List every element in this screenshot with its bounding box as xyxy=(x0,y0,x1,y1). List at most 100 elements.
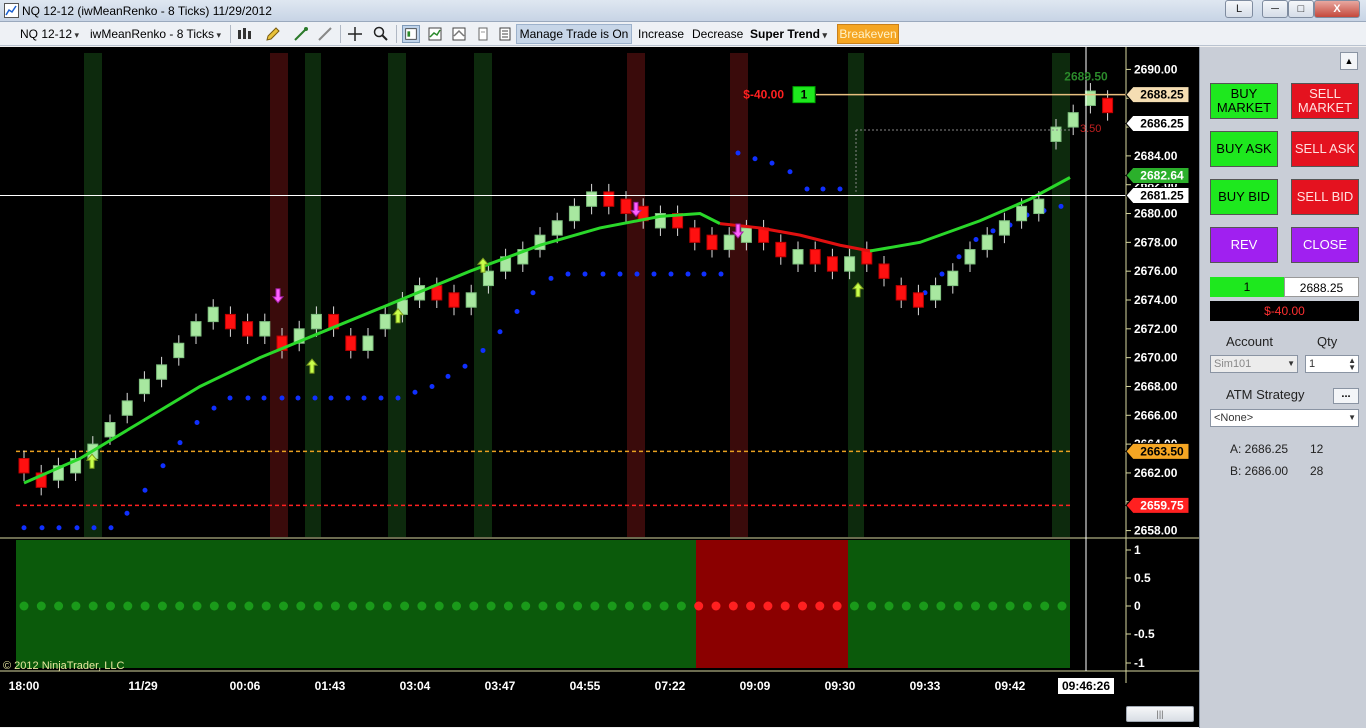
supertrend-dot xyxy=(1058,203,1064,209)
bar-type-selector[interactable]: iwMeanRenko - 8 Ticks xyxy=(90,25,221,43)
indicator-dot xyxy=(296,601,306,611)
buy-bid-button[interactable]: BUY BID xyxy=(1210,179,1278,215)
qty-stepper[interactable]: 1 ▲ ▼ xyxy=(1305,355,1359,373)
atm-settings-button[interactable]: ... xyxy=(1333,388,1359,404)
session-band xyxy=(305,53,321,537)
toolbar-separator xyxy=(230,25,231,43)
bid-price-label: B: 2686.00 xyxy=(1230,464,1289,478)
supertrend-dot xyxy=(787,169,793,175)
price-tick-label: 2662.00 xyxy=(1134,466,1178,480)
bid-size: 28 xyxy=(1310,464,1324,478)
minimize-button[interactable]: ─ xyxy=(1262,0,1288,18)
manage-trade-button[interactable]: Manage Trade is On xyxy=(516,24,632,44)
increase-button[interactable]: Increase xyxy=(638,25,684,43)
stop-marker-label: 3.50 xyxy=(1080,123,1101,135)
collapse-up-icon[interactable]: ▲ xyxy=(1340,52,1358,70)
sell-market-button[interactable]: SELL MARKET xyxy=(1291,83,1359,119)
candle-body xyxy=(740,227,752,243)
crosshair-price-badge: 2681.25 xyxy=(1140,189,1184,203)
lower-level-badge: 2659.75 xyxy=(1140,498,1184,512)
supertrend-dot xyxy=(752,156,758,162)
supertrend-dot xyxy=(108,525,114,531)
template-icon[interactable] xyxy=(496,25,514,43)
price-tick-label: 2666.00 xyxy=(1134,408,1178,422)
candle-body xyxy=(964,249,976,265)
chart-canvas[interactable]: 2690.002688.002686.002684.002682.002680.… xyxy=(0,47,1199,727)
time-tick-label: 09:09 xyxy=(740,679,771,693)
price-tick-label: 2668.00 xyxy=(1134,379,1178,393)
indicator-tick-label: 0 xyxy=(1134,599,1141,613)
indicator-dot xyxy=(988,601,998,611)
indicator-dot xyxy=(1040,601,1050,611)
breakeven-button[interactable]: Breakeven xyxy=(837,24,899,44)
indicator-dot xyxy=(261,601,271,611)
supertrend-dot xyxy=(634,271,640,277)
properties-icon[interactable] xyxy=(474,25,492,43)
candle-body xyxy=(242,321,254,337)
supertrend-dot xyxy=(227,395,233,401)
candle-body xyxy=(930,285,942,301)
bid-price-badge: 2686.25 xyxy=(1140,116,1184,130)
close-button[interactable]: X xyxy=(1314,0,1360,18)
crosshair-icon[interactable] xyxy=(346,25,364,43)
indicator-dot xyxy=(815,601,825,611)
maximize-button[interactable]: □ xyxy=(1288,0,1314,18)
sell-bid-button[interactable]: SELL BID xyxy=(1291,179,1359,215)
indicator-dot xyxy=(953,601,963,611)
indicator-dot xyxy=(798,601,807,611)
candle-body xyxy=(689,227,701,243)
buy-market-button[interactable]: BUY MARKET xyxy=(1210,83,1278,119)
supertrend-dot xyxy=(718,271,724,277)
indicator-dot xyxy=(348,601,358,611)
link-button[interactable]: L xyxy=(1225,0,1253,18)
buy-ask-button[interactable]: BUY ASK xyxy=(1210,131,1278,167)
session-band xyxy=(627,53,645,537)
candle-body xyxy=(482,270,494,287)
candle-body xyxy=(1067,112,1079,128)
supertrend-dot xyxy=(565,271,571,277)
sell-ask-button[interactable]: SELL ASK xyxy=(1291,131,1359,167)
candle-body xyxy=(259,321,271,337)
indicator-dot xyxy=(279,601,288,611)
reverse-button[interactable]: REV xyxy=(1210,227,1278,263)
indicator-dot xyxy=(140,601,150,611)
spin-arrows-icon[interactable]: ▲ ▼ xyxy=(1348,357,1356,372)
close-position-button[interactable]: CLOSE xyxy=(1291,227,1359,263)
indicator-dot xyxy=(590,601,600,611)
horizontal-scrollbar-thumb[interactable]: ||| xyxy=(1126,706,1194,722)
supertrend-dot xyxy=(21,525,27,531)
candle-body xyxy=(207,306,219,323)
indicator-dot xyxy=(763,601,773,611)
supertrend-dot xyxy=(735,150,741,156)
indicator-dot xyxy=(746,601,756,611)
zoom-icon[interactable] xyxy=(372,25,390,43)
data-box-icon[interactable] xyxy=(402,25,420,43)
indicator-dot xyxy=(434,601,444,611)
strategies-icon[interactable] xyxy=(450,25,468,43)
pencil-icon[interactable] xyxy=(264,25,282,43)
supertrend-dot xyxy=(769,160,775,166)
indicator-dot xyxy=(625,601,634,611)
atm-strategy-select[interactable]: <None> ▼ xyxy=(1210,409,1359,427)
time-tick-label: 01:43 xyxy=(315,679,346,693)
bar-style-icon[interactable] xyxy=(236,25,254,43)
price-tick-label: 2674.00 xyxy=(1134,293,1178,307)
decrease-button[interactable]: Decrease xyxy=(692,25,743,43)
indicator-dot xyxy=(728,601,738,611)
supertrend-dot xyxy=(142,487,148,493)
indicators-icon[interactable] xyxy=(426,25,444,43)
draw-tool-icon[interactable] xyxy=(292,25,310,43)
price-chart[interactable]: 2690.002688.002686.002684.002682.002680.… xyxy=(0,47,1199,727)
top-price-partial: 2689.50 xyxy=(1064,70,1108,84)
line-tool-icon[interactable] xyxy=(316,25,334,43)
instrument-selector[interactable]: NQ 12-12 xyxy=(20,25,79,43)
account-select[interactable]: Sim101 ▼ xyxy=(1210,355,1298,373)
indicator-dot xyxy=(209,601,219,611)
supertrend-dot xyxy=(480,347,486,353)
super-trend-dropdown[interactable]: Super Trend xyxy=(750,25,827,43)
time-tick-label: 11/29 xyxy=(128,679,158,693)
supertrend-dot xyxy=(548,275,554,281)
session-band xyxy=(1052,53,1070,537)
title-bar[interactable]: NQ 12-12 (iwMeanRenko - 8 Ticks) 11/29/2… xyxy=(0,0,1366,22)
indicator-tick-label: -0.5 xyxy=(1134,627,1155,641)
